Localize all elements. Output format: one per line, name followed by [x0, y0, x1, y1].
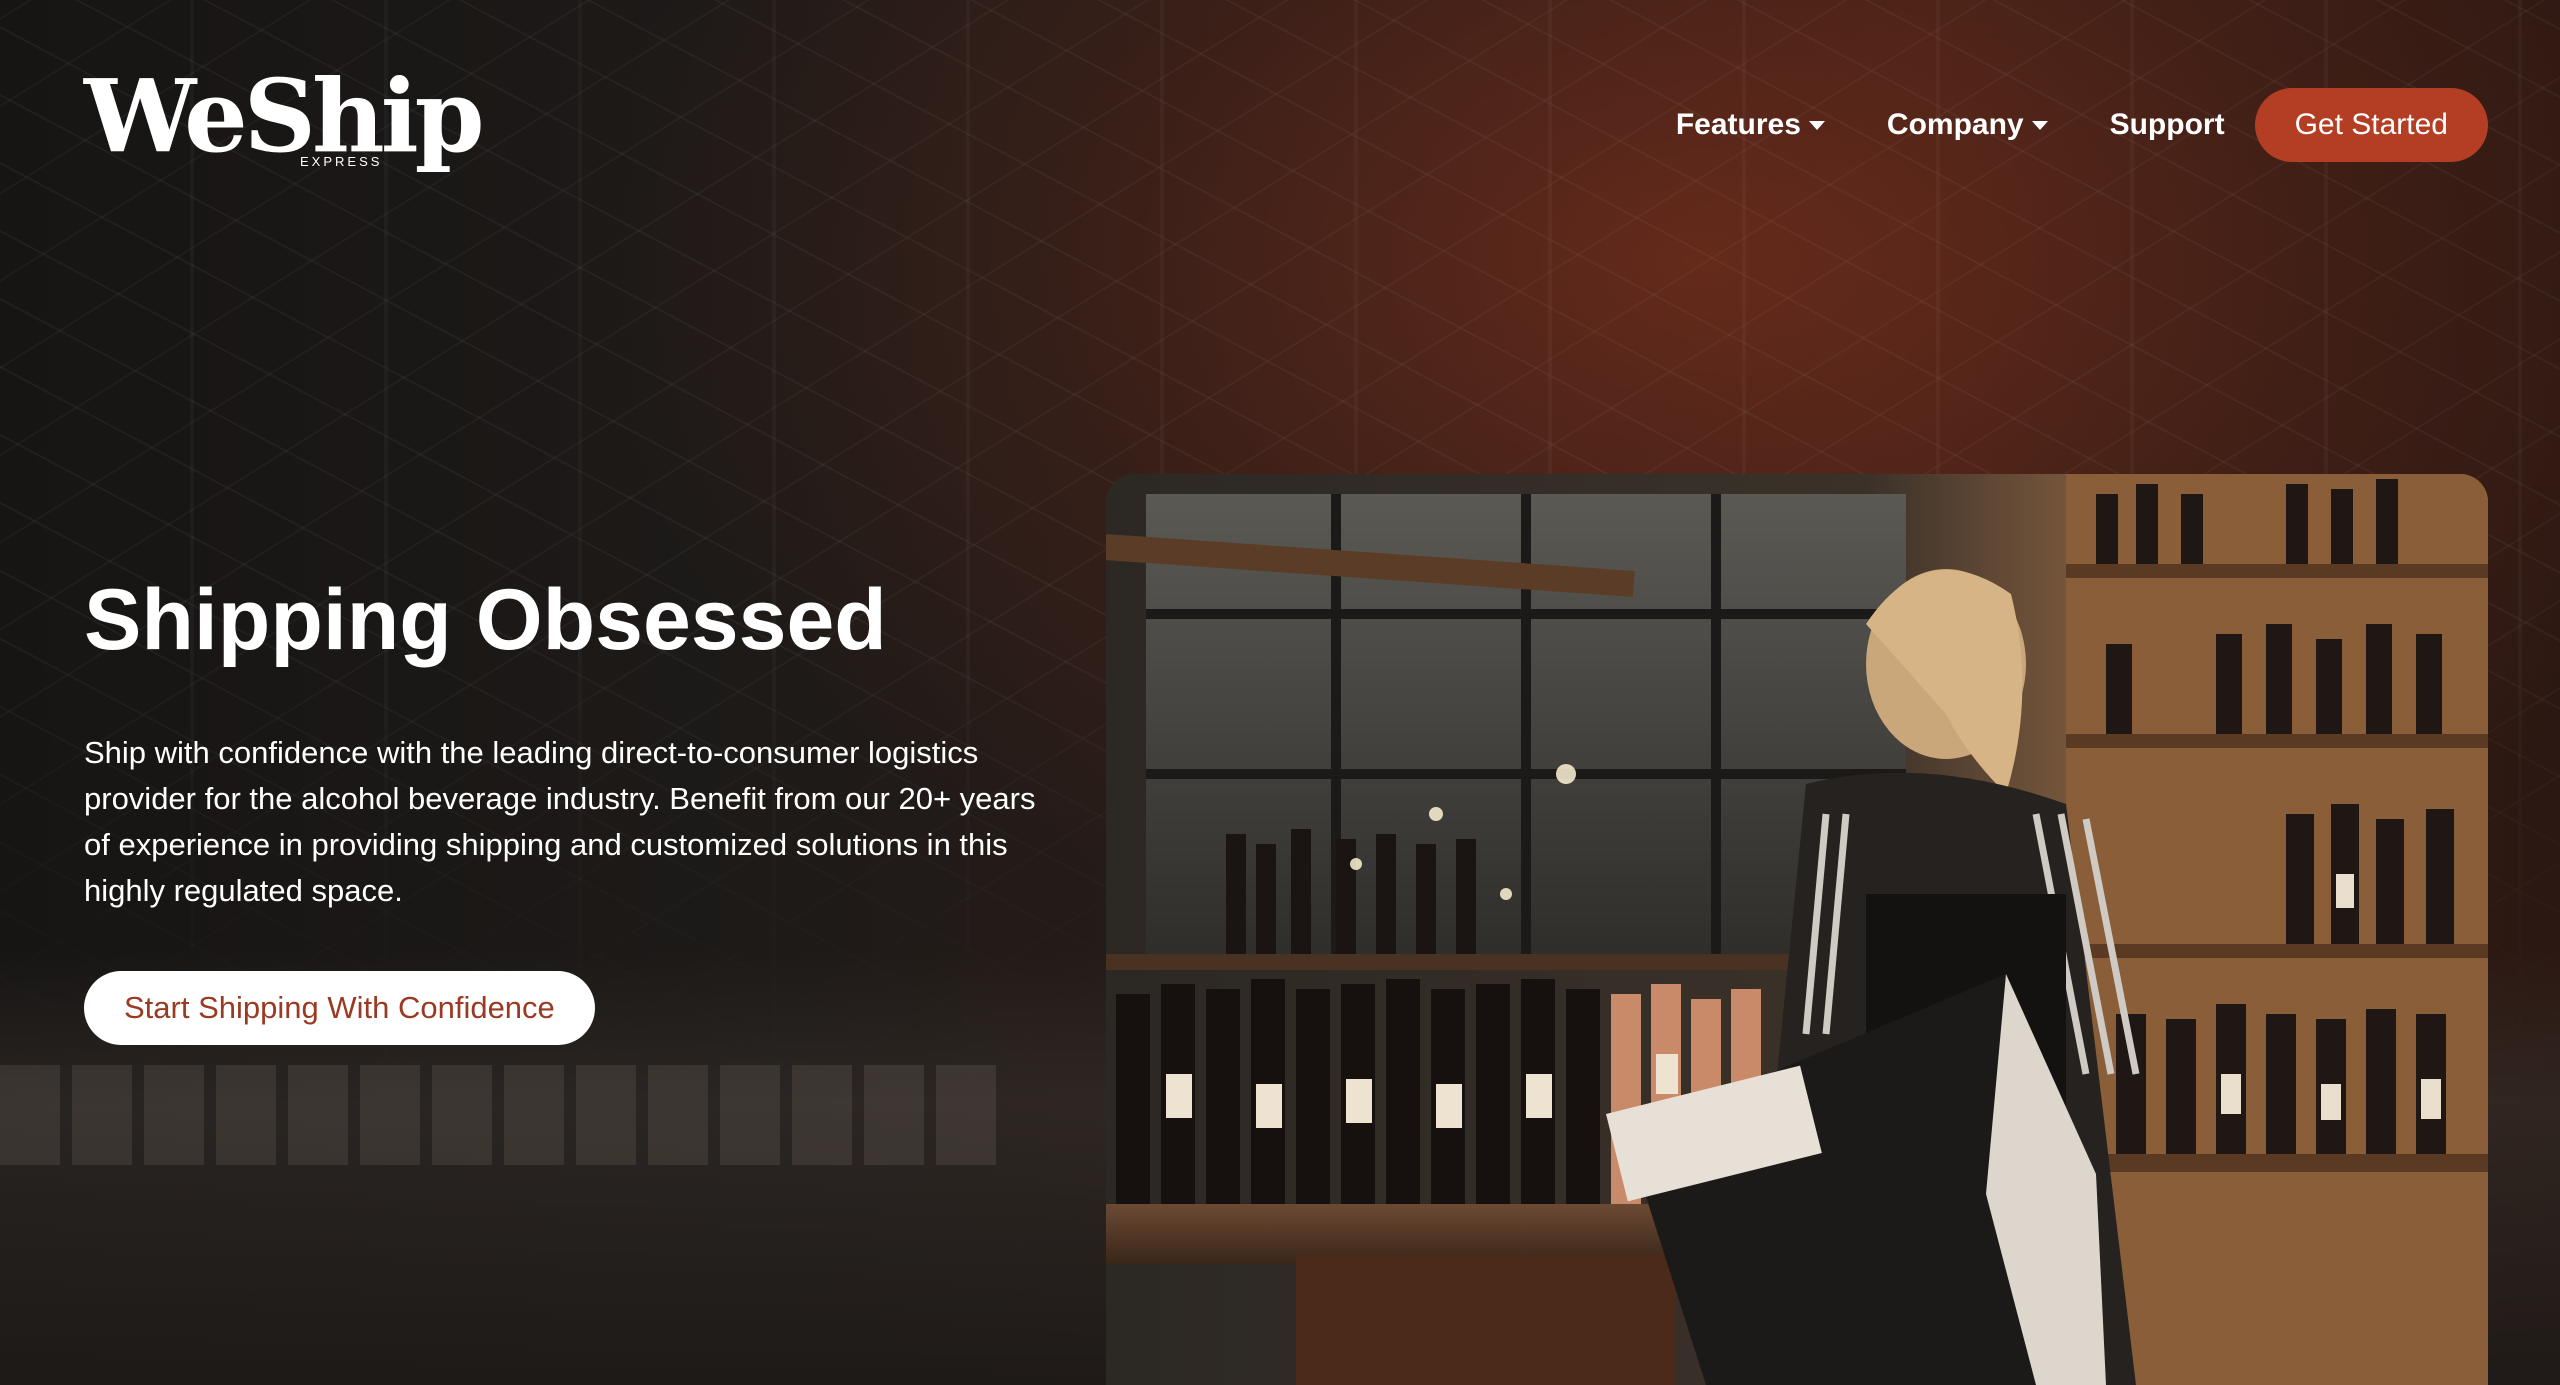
logo-subtext: EXPRESS	[300, 154, 383, 169]
start-shipping-button[interactable]: Start Shipping With Confidence	[84, 971, 595, 1045]
get-started-button[interactable]: Get Started	[2254, 88, 2488, 162]
nav-company[interactable]: Company	[1887, 108, 2048, 142]
hero-title: Shipping Obsessed	[84, 572, 887, 668]
weship-logo[interactable]: WeShip EXPRESS	[84, 57, 485, 186]
nav-features-label: Features	[1675, 108, 1801, 141]
hero-description: Ship with confidence with the leading di…	[84, 735, 1036, 908]
caret-down-icon	[2031, 120, 2048, 130]
navbar: WeShip EXPRESS Features Company Support …	[0, 0, 2560, 250]
hero-image-wine-shop	[1106, 474, 2488, 1385]
nav-support[interactable]: Support	[2110, 108, 2225, 142]
nav-company-label: Company	[1886, 108, 2024, 141]
caret-down-icon	[1808, 120, 1825, 130]
warehouse-racks	[0, 1065, 1000, 1165]
main-nav: Features Company Support Get Started	[1676, 88, 2488, 162]
nav-support-label: Support	[2109, 108, 2225, 141]
wine-shop-photo	[1106, 474, 2488, 1385]
logo-wordmark: WeShip	[84, 57, 485, 175]
nav-features[interactable]: Features	[1676, 108, 1825, 142]
